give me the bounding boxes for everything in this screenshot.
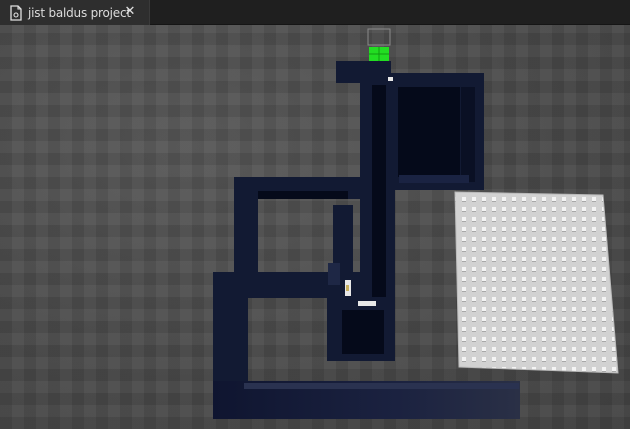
bottom-wall[interactable] [213, 381, 520, 419]
studio-window: jist baldus project ✕ [0, 0, 630, 429]
top-room[interactable] [336, 61, 484, 190]
tab-jist-baldus-project[interactable]: jist baldus project ✕ [0, 0, 150, 25]
door-highlight-small-room [358, 301, 376, 306]
3d-scene-viewport[interactable] [0, 25, 630, 429]
document-icon [9, 4, 23, 21]
tab-title: jist baldus project [28, 5, 131, 20]
scene-render [213, 28, 619, 419]
tab-bar: jist baldus project ✕ [0, 0, 630, 25]
close-icon[interactable]: ✕ [123, 5, 137, 19]
green-goal-part[interactable] [367, 28, 391, 61]
baseplate[interactable] [454, 191, 619, 374]
